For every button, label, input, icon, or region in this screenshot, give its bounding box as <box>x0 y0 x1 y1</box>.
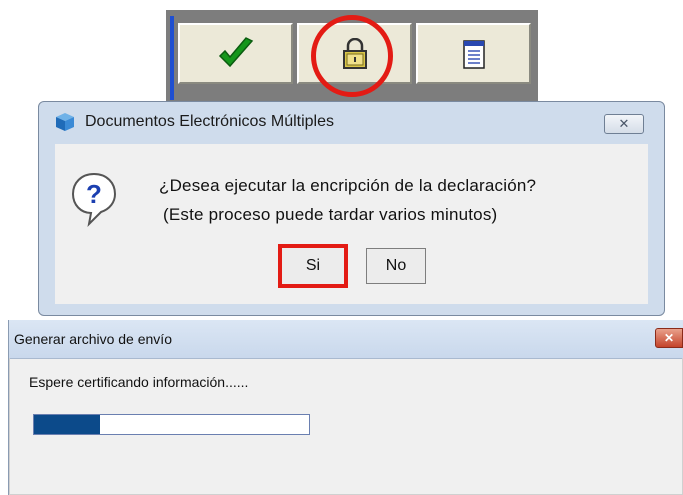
question-icon: ? <box>71 172 117 227</box>
confirm-dialog: Documentos Electrónicos Múltiples ✕ ? ¿D… <box>38 101 665 316</box>
status-text: Espere certificando información...... <box>29 374 249 390</box>
svg-text:?: ? <box>86 179 102 209</box>
progress-titlebar[interactable]: Generar archivo de envío ✕ <box>9 320 683 359</box>
no-button[interactable]: No <box>366 248 426 284</box>
highlight-circle <box>311 15 393 97</box>
yes-button[interactable]: Si <box>278 244 348 288</box>
dialog-body: ? ¿Desea ejecutar la encripción de la de… <box>55 144 648 304</box>
progress-title: Generar archivo de envío <box>14 331 172 347</box>
close-button[interactable]: ✕ <box>604 114 644 134</box>
dialog-titlebar[interactable]: Documentos Electrónicos Múltiples <box>39 102 664 142</box>
progress-body: Espere certificando información...... <box>9 358 683 495</box>
progress-dialog: Generar archivo de envío ✕ Espere certif… <box>8 320 683 495</box>
progress-close-button[interactable]: ✕ <box>655 328 683 348</box>
checkmark-icon <box>218 36 253 67</box>
progress-fill <box>34 415 100 434</box>
message-line-1: ¿Desea ejecutar la encripción de la decl… <box>159 176 537 195</box>
dialog-title: Documentos Electrónicos Múltiples <box>85 113 334 130</box>
report-button[interactable] <box>416 23 531 84</box>
message-line-2: (Este proceso puede tardar varios minuto… <box>163 205 498 224</box>
progress-bar <box>33 414 310 435</box>
notepad-icon <box>462 39 485 69</box>
accept-button[interactable] <box>178 23 293 84</box>
toolbar-edge <box>170 16 174 100</box>
cube-icon <box>56 113 74 131</box>
